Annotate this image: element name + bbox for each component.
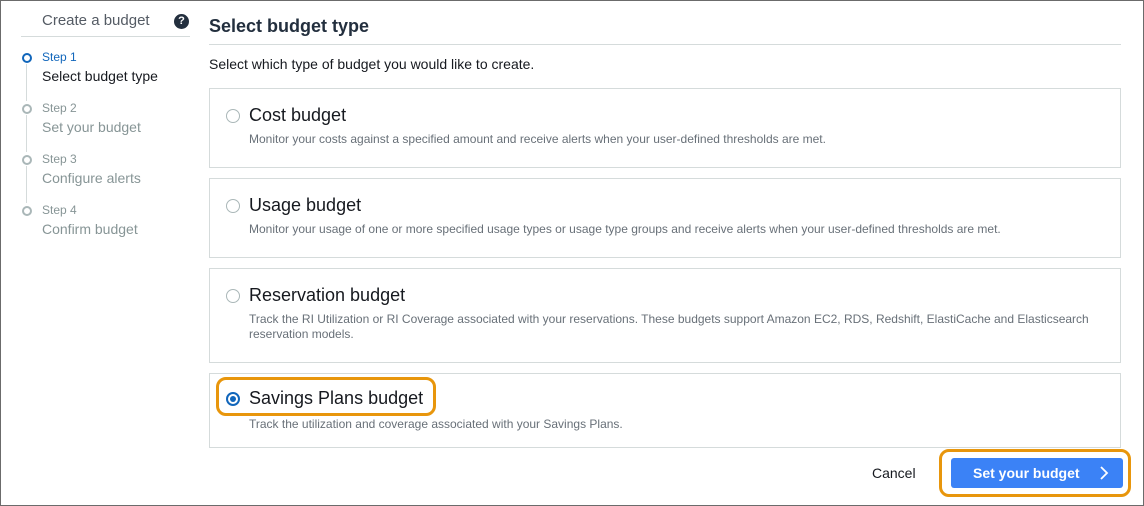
intro-text: Select which type of budget you would li… [209, 56, 535, 72]
step-connector [26, 115, 27, 152]
option-title: Cost budget [249, 105, 347, 125]
step-connector [26, 166, 27, 203]
option-description: Track the utilization and coverage assoc… [249, 417, 623, 431]
step-label: Confirm budget [42, 221, 138, 237]
option-description: Monitor your costs against a specified a… [249, 132, 826, 146]
step-number: Step 2 [42, 101, 77, 115]
step-4[interactable]: Step 4 Confirm budget [21, 203, 190, 254]
step-indicator-icon [22, 53, 32, 63]
step-label: Configure alerts [42, 170, 141, 186]
main-content: Select budget type Select which type of … [209, 1, 1131, 506]
option-description: Monitor your usage of one or more specif… [249, 222, 1001, 236]
cancel-button[interactable]: Cancel [872, 465, 916, 481]
radio-button[interactable] [226, 289, 240, 303]
option-title: Usage budget [249, 195, 362, 215]
step-indicator-icon [22, 104, 32, 114]
highlight-callout: Set your budget [939, 449, 1131, 497]
button-label: Set your budget [973, 465, 1080, 481]
step-3[interactable]: Step 3 Configure alerts [21, 152, 190, 203]
wizard-sidebar: Create a budget ? Step 1 Select budget t… [21, 1, 190, 506]
page-title: Select budget type [209, 16, 370, 36]
step-indicator-icon [22, 206, 32, 216]
step-label: Select budget type [42, 68, 158, 84]
step-2[interactable]: Step 2 Set your budget [21, 101, 190, 152]
sidebar-header: Create a budget ? [21, 1, 190, 37]
step-label: Set your budget [42, 119, 141, 135]
option-savings-plans-budget[interactable]: Savings Plans budget Track the utilizati… [209, 373, 1121, 448]
option-reservation-budget[interactable]: Reservation budget Track the RI Utilizat… [209, 268, 1121, 363]
step-indicator-icon [22, 155, 32, 165]
radio-button[interactable] [226, 199, 240, 213]
step-number: Step 4 [42, 203, 77, 217]
option-title: Reservation budget [249, 285, 406, 305]
app-frame: Create a budget ? Step 1 Select budget t… [0, 0, 1144, 506]
option-title: Savings Plans budget [249, 388, 424, 408]
chevron-right-icon [1100, 466, 1109, 480]
option-description: Track the RI Utilization or RI Coverage … [249, 312, 1089, 341]
step-number: Step 1 [42, 50, 77, 64]
sidebar-title: Create a budget [42, 12, 150, 29]
radio-button-selected[interactable] [226, 392, 240, 406]
option-cost-budget[interactable]: Cost budget Monitor your costs against a… [209, 88, 1121, 168]
step-number: Step 3 [42, 152, 77, 166]
help-circle-icon[interactable]: ? [174, 14, 189, 29]
step-1[interactable]: Step 1 Select budget type [21, 50, 190, 101]
radio-button[interactable] [226, 109, 240, 123]
option-usage-budget[interactable]: Usage budget Monitor your usage of one o… [209, 178, 1121, 258]
set-your-budget-button[interactable]: Set your budget [951, 458, 1123, 488]
title-divider [209, 44, 1121, 45]
step-connector [26, 64, 27, 101]
